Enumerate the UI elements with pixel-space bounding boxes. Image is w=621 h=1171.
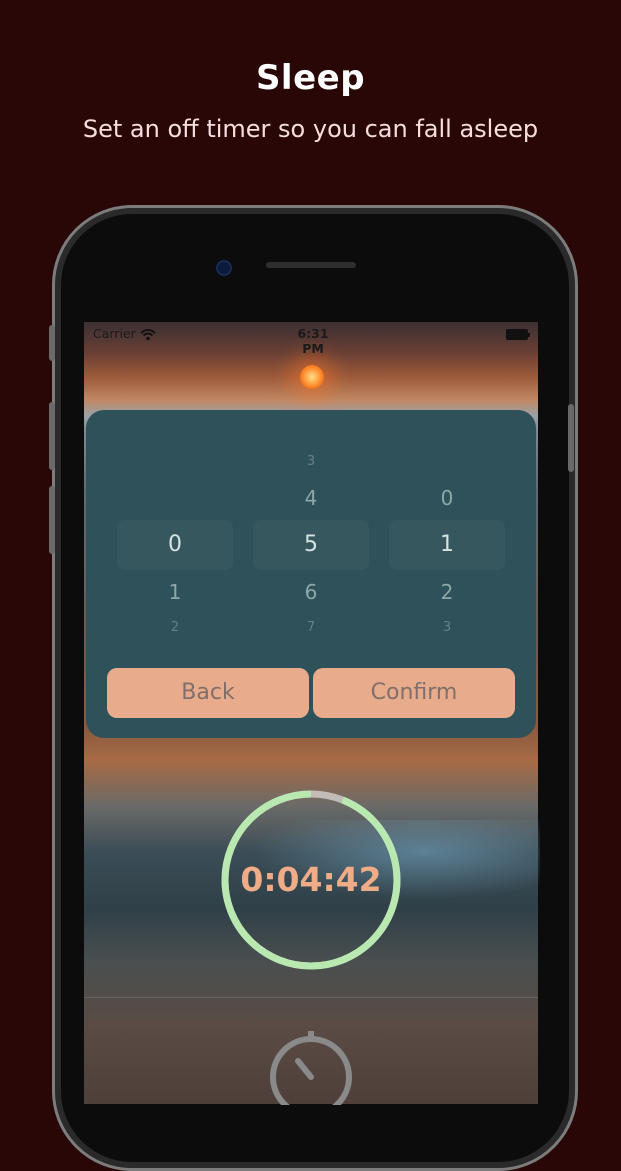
- picker-value: 7: [306, 620, 316, 635]
- picker-value: 0: [440, 486, 454, 510]
- battery-icon: [506, 329, 530, 340]
- picker-value: 3: [306, 454, 316, 469]
- picker-value: 1: [168, 580, 182, 604]
- promo-subtitle: Set an off timer so you can fall asleep: [82, 115, 539, 143]
- picker-value: 3: [442, 620, 452, 635]
- picker-value: [117, 476, 233, 520]
- back-button[interactable]: Back: [107, 668, 309, 718]
- divider: [84, 997, 538, 998]
- sun: [300, 365, 324, 389]
- picker-value: 6: [304, 580, 318, 604]
- volume-down-button: [49, 486, 55, 554]
- promo-title: Sleep: [255, 58, 366, 98]
- earpiece-speaker: [266, 262, 356, 268]
- confirm-button[interactable]: Confirm: [313, 668, 515, 718]
- picker-value: 4: [304, 486, 318, 510]
- front-camera: [216, 260, 232, 276]
- picker-selected-value: 5: [253, 520, 369, 570]
- wifi-icon: [140, 326, 156, 345]
- timer-display: 0:04:42: [240, 860, 382, 899]
- power-button: [568, 404, 574, 472]
- picker-selected-value: 0: [117, 520, 233, 570]
- picker-value: [389, 448, 505, 476]
- status-time: 6:31 PM: [297, 326, 329, 356]
- volume-up-button: [49, 402, 55, 470]
- picker-value: 2: [440, 580, 454, 604]
- silent-switch: [49, 325, 55, 361]
- picker-selected-value: 1: [389, 520, 505, 570]
- picker-column-minutes-tens[interactable]: 3 4 5 6 7: [253, 448, 369, 642]
- stopwatch-icon[interactable]: [268, 1025, 354, 1118]
- carrier-label: Carrier: [93, 326, 136, 341]
- picker-column-minutes-ones[interactable]: 0 1 2 3: [389, 448, 505, 642]
- picker-column-hours[interactable]: 0 1 2: [117, 448, 233, 642]
- picker-value: 2: [170, 620, 180, 635]
- picker-value: [117, 448, 233, 476]
